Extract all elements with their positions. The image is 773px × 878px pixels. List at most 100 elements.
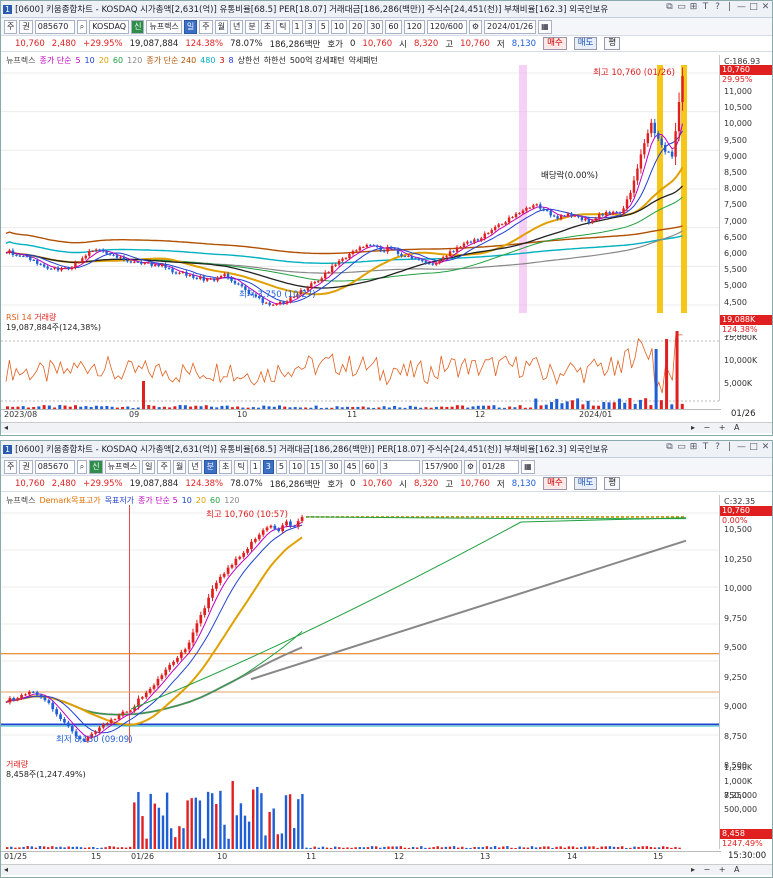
- period-minute[interactable]: 분: [245, 19, 259, 34]
- axis-right-time: 15:30:00: [728, 851, 767, 861]
- period-day[interactable]: 일: [142, 459, 156, 474]
- period-minute[interactable]: 분: [203, 459, 217, 474]
- grid-icon[interactable]: ⊞: [689, 2, 698, 12]
- minimize-icon[interactable]: —: [737, 2, 746, 12]
- restore-icon[interactable]: ⧉: [665, 2, 674, 12]
- legend-item[interactable]: 120: [224, 496, 239, 505]
- help-icon[interactable]: ?: [713, 442, 722, 452]
- rights-checkbox[interactable]: 권: [19, 459, 33, 474]
- period-week[interactable]: 주: [199, 19, 213, 34]
- legend-item[interactable]: 3: [219, 56, 224, 65]
- interval-3[interactable]: 3: [304, 19, 316, 34]
- candle-body: [172, 661, 175, 665]
- text-icon[interactable]: T: [701, 2, 710, 12]
- close-icon[interactable]: ✕: [761, 2, 770, 12]
- eval-button[interactable]: 평: [604, 477, 621, 490]
- interval-select[interactable]: 3: [379, 459, 420, 474]
- title-bar[interactable]: 1 [0600] 키움종합차트 - KOSDAQ 시가총액[2,631(억)] …: [1, 1, 772, 18]
- interval-45[interactable]: 45: [343, 459, 360, 474]
- candle-body: [507, 217, 511, 223]
- sell-button[interactable]: 매도: [573, 477, 598, 490]
- period-week[interactable]: 주: [157, 459, 171, 474]
- interval-30[interactable]: 30: [367, 19, 384, 34]
- maximize-icon[interactable]: □: [749, 442, 758, 452]
- separator: |: [727, 442, 732, 452]
- settings-icon[interactable]: ⚙: [463, 459, 478, 474]
- rsi-volume-chart[interactable]: [1, 331, 721, 409]
- zoom-controls[interactable]: ▸ − + A: [691, 423, 743, 432]
- period-year[interactable]: 년: [188, 459, 202, 474]
- chart-scrollbar[interactable]: ◂ ▸ − + A: [1, 864, 772, 875]
- interval-5[interactable]: 5: [275, 459, 287, 474]
- count-input[interactable]: 120/600: [426, 19, 467, 34]
- sell-button[interactable]: 매도: [573, 37, 598, 50]
- rights-checkbox[interactable]: 권: [19, 19, 33, 34]
- type-select[interactable]: 주: [4, 19, 18, 34]
- interval-60[interactable]: 60: [361, 459, 378, 474]
- legend-item[interactable]: 20: [99, 56, 109, 65]
- candle-body: [117, 715, 121, 720]
- text-icon[interactable]: T: [701, 442, 710, 452]
- interval-30[interactable]: 30: [325, 459, 342, 474]
- interval-60[interactable]: 60: [385, 19, 402, 34]
- interval-120[interactable]: 120: [403, 19, 425, 34]
- settings-icon[interactable]: ⚙: [468, 19, 483, 34]
- interval-3[interactable]: 3: [262, 459, 274, 474]
- period-second[interactable]: 초: [218, 459, 233, 474]
- tile-icon[interactable]: ▭: [677, 2, 686, 12]
- period-tick[interactable]: 틱: [234, 459, 248, 474]
- tile-icon[interactable]: ▭: [677, 442, 686, 452]
- calendar-icon[interactable]: ▦: [538, 19, 552, 34]
- interval-15[interactable]: 15: [307, 459, 324, 474]
- close-icon[interactable]: ✕: [761, 442, 770, 452]
- buy-button[interactable]: 매수: [543, 37, 567, 50]
- legend-item[interactable]: 480: [200, 56, 215, 65]
- legend-item[interactable]: 60: [210, 496, 220, 505]
- period-second[interactable]: 초: [260, 19, 275, 34]
- period-month[interactable]: 월: [214, 19, 229, 34]
- minimize-icon[interactable]: —: [737, 442, 746, 452]
- stock-code-input[interactable]: 085670: [34, 19, 75, 34]
- interval-10[interactable]: 10: [288, 459, 306, 474]
- count-input[interactable]: 157/900: [421, 459, 462, 474]
- zoom-controls[interactable]: ▸ − + A: [691, 865, 743, 874]
- grid-icon[interactable]: ⊞: [689, 442, 698, 452]
- legend-item[interactable]: 60: [113, 56, 123, 65]
- interval-10[interactable]: 10: [330, 19, 347, 34]
- scroll-left-icon[interactable]: ◂: [4, 865, 8, 874]
- chart-scrollbar[interactable]: ◂ ▸ − + A: [1, 422, 772, 433]
- stock-code-input[interactable]: 085670: [34, 459, 75, 474]
- interval-1[interactable]: 1: [291, 19, 303, 34]
- axis-tick-label: 10,250: [724, 554, 752, 564]
- period-month[interactable]: 월: [172, 459, 187, 474]
- interval-20[interactable]: 20: [349, 19, 366, 34]
- daily-price-chart[interactable]: [1, 65, 721, 317]
- search-icon[interactable]: ⌕: [76, 459, 88, 474]
- volume-bar: [83, 847, 87, 849]
- period-year[interactable]: 년: [230, 19, 244, 34]
- period-tick[interactable]: 틱: [276, 19, 290, 34]
- interval-1[interactable]: 1: [249, 459, 261, 474]
- legend-item[interactable]: 10: [85, 56, 95, 65]
- restore-icon[interactable]: ⧉: [665, 442, 674, 452]
- volume-chart[interactable]: [1, 779, 721, 849]
- legend-item[interactable]: 120: [127, 56, 142, 65]
- date-input[interactable]: 2024/01/26: [484, 19, 537, 34]
- minute-price-chart[interactable]: [1, 505, 721, 747]
- buy-button[interactable]: 매수: [543, 477, 567, 490]
- calendar-icon[interactable]: ▦: [521, 459, 535, 474]
- scroll-left-icon[interactable]: ◂: [4, 423, 8, 432]
- legend-item[interactable]: 20: [196, 496, 206, 505]
- eval-button[interactable]: 평: [604, 37, 621, 50]
- search-icon[interactable]: ⌕: [76, 19, 88, 34]
- help-icon[interactable]: ?: [713, 2, 722, 12]
- legend-item[interactable]: 5: [75, 56, 80, 65]
- legend-item[interactable]: 10: [182, 496, 192, 505]
- type-select[interactable]: 주: [4, 459, 18, 474]
- maximize-icon[interactable]: □: [749, 2, 758, 12]
- period-day[interactable]: 일: [183, 19, 198, 34]
- title-bar[interactable]: 1 [0600] 키움종합차트 - KOSDAQ 시가총액[2,631(억)] …: [1, 441, 772, 458]
- interval-5[interactable]: 5: [317, 19, 329, 34]
- legend-item[interactable]: 8: [229, 56, 234, 65]
- date-input[interactable]: 01/28: [479, 459, 520, 474]
